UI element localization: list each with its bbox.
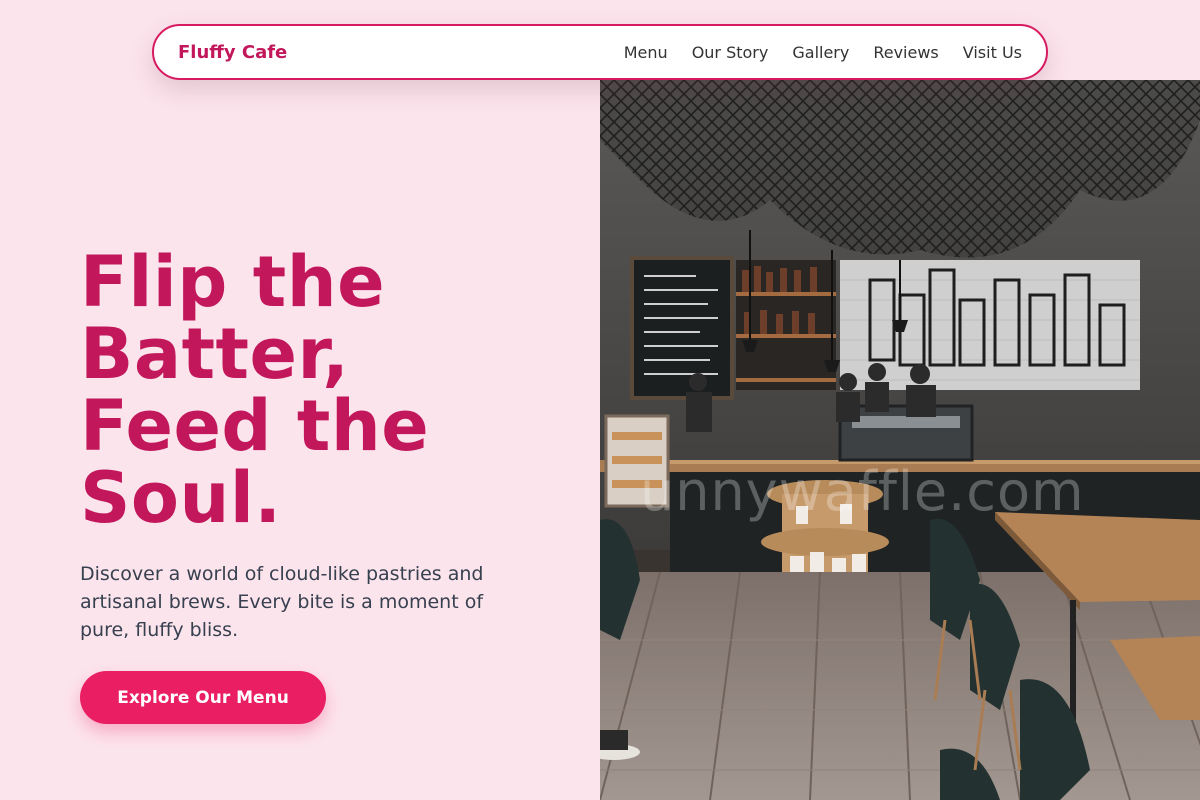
cafe-interior-photo	[600, 80, 1200, 800]
nav-link-our-story[interactable]: Our Story	[692, 43, 769, 62]
nav-link-reviews[interactable]: Reviews	[873, 43, 938, 62]
explore-menu-button[interactable]: Explore Our Menu	[80, 671, 326, 724]
brand-logo-text[interactable]: Fluffy Cafe	[178, 42, 287, 63]
nav-link-menu[interactable]: Menu	[624, 43, 668, 62]
nav-link-gallery[interactable]: Gallery	[792, 43, 849, 62]
hero-title-line: Batter,	[80, 313, 350, 395]
cafe-interior-illustration	[600, 80, 1200, 800]
nav-link-visit-us[interactable]: Visit Us	[963, 43, 1022, 62]
hero-subtitle: Discover a world of cloud-like pastries …	[80, 563, 484, 641]
hero-title: Flip the Batter, Feed the Soul.	[80, 246, 560, 534]
hero-title-line: Soul.	[80, 457, 282, 539]
hero-title-line: Feed the	[80, 385, 430, 467]
hero-title-line: Flip the	[80, 241, 386, 323]
nav-links: Menu Our Story Gallery Reviews Visit Us	[624, 43, 1022, 62]
navbar: Fluffy Cafe Menu Our Story Gallery Revie…	[152, 24, 1048, 80]
